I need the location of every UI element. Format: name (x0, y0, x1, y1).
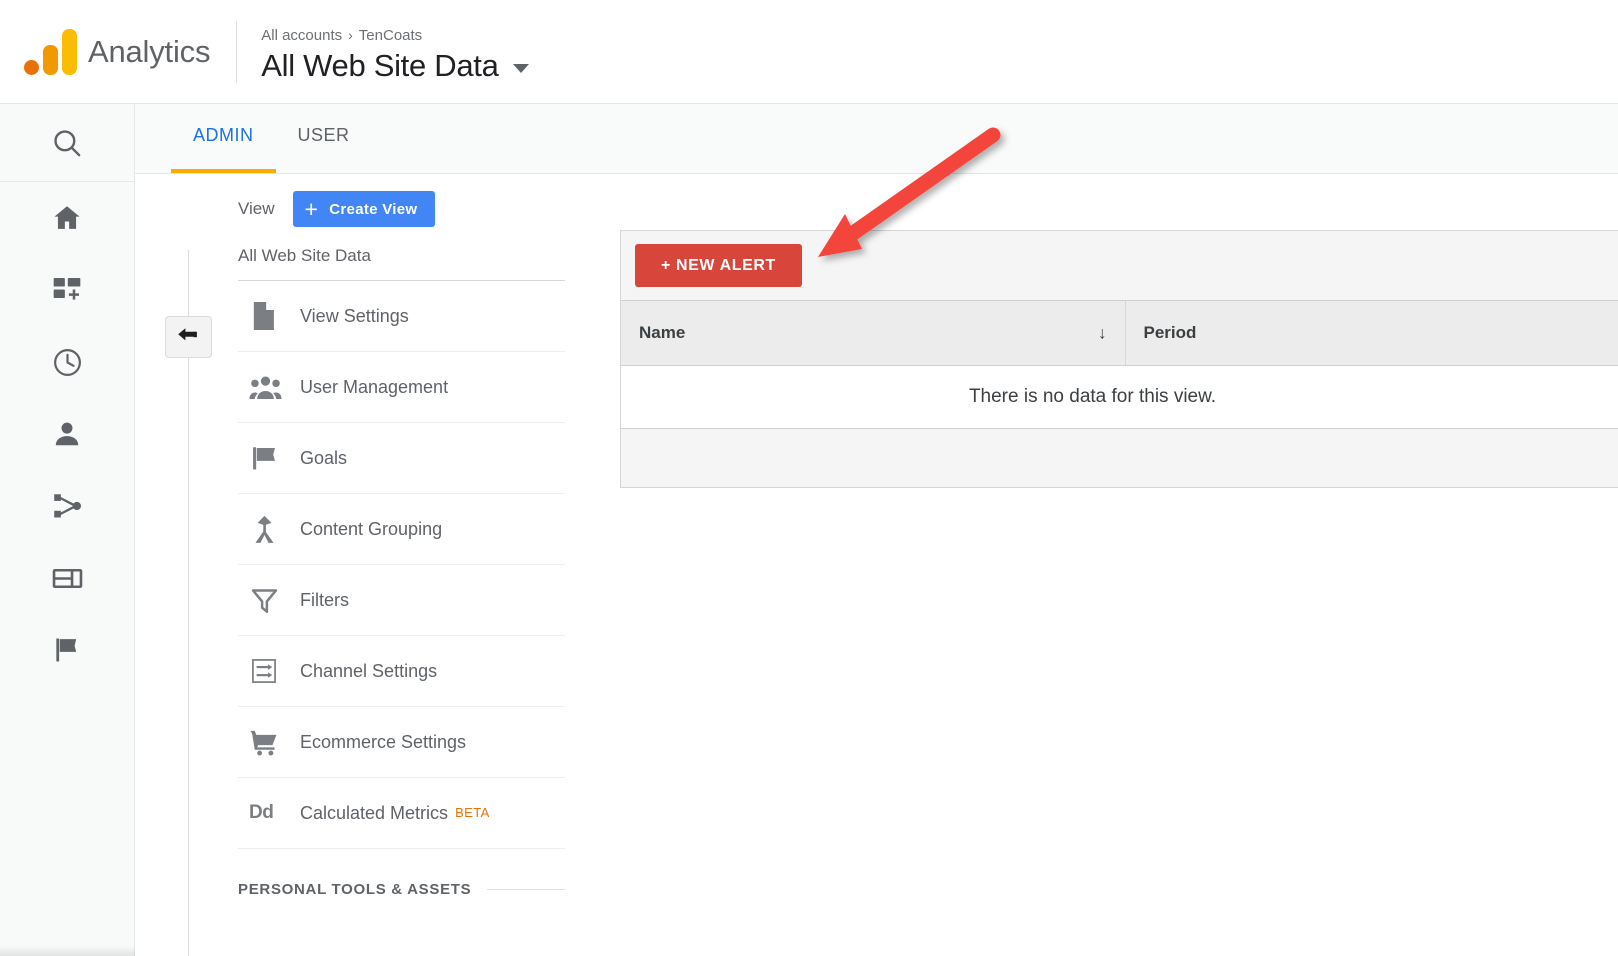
menu-item-label: Ecommerce Settings (300, 732, 466, 753)
header-divider (236, 21, 237, 83)
window-icon (51, 562, 84, 595)
menu-item-label: Channel Settings (300, 661, 437, 682)
alerts-table: Name ↓ Period There is no data for this … (621, 301, 1618, 487)
menu-item-content-grouping[interactable]: Content Grouping (238, 494, 565, 565)
main-content: + NEW ALERT Name ↓ Period (618, 174, 1618, 956)
column-header-period[interactable]: Period (1125, 301, 1618, 365)
tab-admin[interactable]: ADMIN (171, 104, 276, 173)
sidebar-item-conversions[interactable] (0, 614, 134, 686)
menu-item-user-management[interactable]: User Management (238, 352, 565, 423)
breadcrumb-all-accounts[interactable]: All accounts (261, 27, 342, 44)
current-view-name: All Web Site Data (238, 230, 568, 280)
create-view-button[interactable]: + Create View (293, 191, 436, 227)
top-header: Analytics All accounts › TenCoats All Web … (0, 0, 1618, 104)
content-grouping-icon (238, 514, 300, 545)
google-analytics-logo-icon (22, 29, 74, 75)
back-arrow-icon (176, 325, 202, 350)
table-footer-row (621, 428, 1618, 487)
table-footer (621, 428, 1618, 487)
channel-icon (238, 656, 300, 686)
rail-bottom-shadow (0, 946, 135, 956)
rail-search-button[interactable] (0, 104, 134, 182)
breadcrumb-account[interactable]: TenCoats (359, 27, 422, 44)
funnel-icon (238, 585, 300, 616)
people-icon (238, 374, 300, 401)
menu-item-goals[interactable]: Goals (238, 423, 565, 494)
person-icon (51, 418, 83, 450)
breadcrumb: All accounts › TenCoats (261, 24, 528, 47)
table-empty-row: There is no data for this view. (621, 365, 1618, 428)
analytics-admin-page: Analytics All accounts › TenCoats All Web … (0, 0, 1618, 956)
view-menu-inner: View + Create View All Web Site Data Vie… (238, 174, 568, 911)
section-header-rule (487, 889, 565, 890)
custom-alerts-panel: + NEW ALERT Name ↓ Period (620, 230, 1618, 488)
breadcrumb-separator: › (348, 27, 353, 43)
home-icon (51, 202, 83, 234)
sort-descending-icon[interactable]: ↓ (1098, 324, 1107, 341)
menu-item-calculated-metrics[interactable]: Dd Calculated Metrics BETA (238, 778, 565, 849)
empty-state-message: There is no data for this view. (621, 365, 1618, 428)
menu-item-label: Goals (300, 448, 347, 469)
page-title: All Web Site Data (261, 48, 498, 84)
view-settings-column: View + Create View All Web Site Data Vie… (135, 174, 618, 956)
flag-icon (238, 443, 300, 474)
beta-badge: BETA (455, 805, 490, 820)
column-header-name[interactable]: Name ↓ (621, 301, 1125, 365)
document-icon (238, 300, 300, 332)
sidebar-item-home[interactable] (0, 182, 134, 254)
menu-item-view-settings[interactable]: View Settings (238, 281, 565, 352)
column-header-label: Name (639, 323, 685, 342)
plus-icon: + (305, 198, 319, 221)
brand-name: Analytics (88, 34, 210, 70)
menu-item-filters[interactable]: Filters (238, 565, 565, 636)
menu-item-label: View Settings (300, 306, 409, 327)
left-icon-rail (0, 104, 135, 956)
admin-tab-bar: ADMIN USER (135, 104, 1618, 174)
personal-tools-section-header: PERSONAL TOOLS & ASSETS (238, 849, 565, 911)
menu-item-label: Filters (300, 590, 349, 611)
menu-item-channel-settings[interactable]: Channel Settings (238, 636, 565, 707)
table-header-row: Name ↓ Period (621, 301, 1618, 365)
sidebar-item-behavior[interactable] (0, 542, 134, 614)
create-view-label: Create View (329, 201, 417, 218)
menu-item-ecommerce-settings[interactable]: Ecommerce Settings (238, 707, 565, 778)
dd-icon: Dd (238, 802, 300, 824)
menu-item-label: User Management (300, 377, 448, 398)
sidebar-item-customization[interactable] (0, 254, 134, 326)
view-header-row: View + Create View (238, 174, 568, 230)
panel-toolbar: + NEW ALERT (621, 231, 1618, 301)
account-block: All accounts › TenCoats All Web Site Data (261, 0, 528, 103)
sidebar-item-realtime[interactable] (0, 326, 134, 398)
menu-item-text: Calculated Metrics (300, 803, 448, 823)
column-header-label: Period (1144, 323, 1197, 342)
menu-item-label: Content Grouping (300, 519, 442, 540)
search-icon (50, 126, 84, 160)
collapse-panel-button[interactable] (165, 316, 212, 358)
view-column-label: View (238, 199, 275, 219)
sidebar-item-audience[interactable] (0, 398, 134, 470)
view-selector[interactable]: All Web Site Data (261, 48, 528, 84)
customization-icon (51, 274, 83, 306)
flag-icon (51, 634, 83, 666)
clock-icon (51, 346, 84, 379)
menu-item-label: Calculated Metrics BETA (300, 803, 490, 824)
new-alert-button[interactable]: + NEW ALERT (635, 244, 802, 287)
share-icon (51, 490, 83, 522)
chevron-down-icon[interactable] (513, 64, 529, 73)
sidebar-item-acquisition[interactable] (0, 470, 134, 542)
cart-icon (238, 727, 300, 757)
brand-block[interactable]: Analytics (0, 0, 210, 103)
section-header-label: PERSONAL TOOLS & ASSETS (238, 881, 471, 898)
tab-user[interactable]: USER (276, 104, 372, 173)
